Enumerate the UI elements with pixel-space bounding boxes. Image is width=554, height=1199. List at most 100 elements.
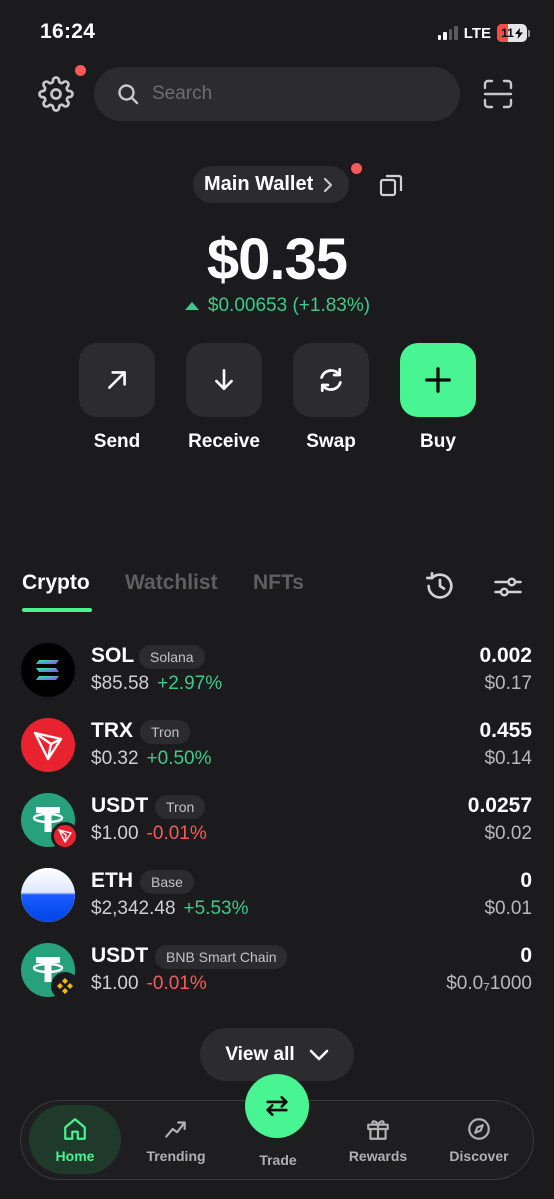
chevron-right-icon (324, 177, 333, 192)
gear-icon (38, 76, 74, 112)
buy-button[interactable]: Buy (400, 343, 476, 453)
chain-badge: Base (140, 870, 194, 894)
token-value: $0.01 (484, 898, 532, 919)
token-symbol: USDT (91, 944, 149, 967)
nav-home[interactable]: Home (29, 1105, 121, 1174)
token-price-value: $1.00 (91, 973, 139, 994)
send-icon-button[interactable] (79, 343, 155, 417)
token-row-usdt-bnb[interactable]: USDT BNB Smart Chain $1.00 -0.01% 0 $0.0₇… (0, 943, 554, 1018)
home-icon (64, 1117, 86, 1140)
token-quantity: 0 (520, 944, 532, 967)
receive-label: Receive (188, 431, 260, 452)
swap-icon-button[interactable] (293, 343, 369, 417)
signal-icon (437, 26, 458, 40)
wallet-name: Main Wallet (204, 173, 314, 195)
wallet-notification-dot (351, 163, 362, 174)
chain-badge: Solana (139, 645, 205, 669)
search-input[interactable] (152, 83, 412, 105)
swap-arrows-icon (266, 1095, 288, 1117)
balance-change-value: $0.00653 (+1.83%) (207, 295, 371, 316)
send-button[interactable]: Send (79, 343, 155, 453)
nav-discover-label: Discover (449, 1147, 509, 1164)
wallet-balance: $0.35 (206, 227, 348, 292)
token-row-sol[interactable]: SOL Solana $85.58 +2.97% 0.002 $0.17 (0, 643, 554, 718)
token-change: +0.50% (146, 748, 212, 769)
swap-label: Swap (306, 431, 356, 452)
chain-badge: BNB Smart Chain (155, 945, 288, 969)
token-change: -0.01% (146, 823, 207, 844)
token-symbol: USDT (91, 794, 149, 817)
search-bar[interactable] (94, 67, 460, 121)
compass-icon (468, 1117, 490, 1140)
tron-badge-icon (51, 822, 79, 850)
scan-icon (483, 79, 513, 109)
receive-button[interactable]: Receive (186, 343, 262, 453)
bnb-badge-icon (51, 972, 79, 1000)
tab-watchlist[interactable]: Watchlist (125, 571, 218, 595)
token-value: $0.02 (484, 823, 532, 844)
solana-icon (21, 643, 75, 697)
gift-icon (367, 1119, 389, 1140)
token-price-value: $2,342.48 (91, 898, 176, 919)
tab-nfts[interactable]: NFTs (253, 571, 304, 595)
token-price: $1.00 -0.01% (91, 823, 207, 845)
token-value: $0.14 (484, 748, 532, 769)
token-symbol: SOL (91, 644, 135, 667)
token-value: $0.17 (484, 673, 532, 694)
copy-button[interactable] (378, 172, 404, 198)
chevron-down-icon (309, 1049, 328, 1060)
filter-button[interactable] (493, 572, 523, 607)
token-price: $2,342.48 +5.53% (91, 898, 249, 920)
token-row-eth[interactable]: ETH Base $2,342.48 +5.53% 0 $0.01 (0, 868, 554, 943)
nav-rewards-label: Rewards (348, 1147, 408, 1164)
status-time: 16:24 (40, 20, 96, 43)
balance-change: $0.00653 (+1.83%) (0, 295, 554, 317)
token-price-value: $1.00 (91, 823, 139, 844)
token-price-value: $85.58 (91, 673, 150, 694)
view-all-label: View all (225, 1043, 295, 1065)
base-icon (21, 868, 75, 922)
trade-button[interactable] (245, 1074, 309, 1138)
token-row-trx[interactable]: TRX Tron $0.32 +0.50% 0.455 $0.14 (0, 718, 554, 793)
scan-button[interactable] (482, 78, 514, 110)
token-price: $85.58 +2.97% (91, 673, 222, 695)
sliders-icon (494, 577, 522, 597)
nav-trending[interactable]: Trending (131, 1101, 221, 1178)
triangle-up-icon (184, 302, 199, 310)
tron-icon (21, 718, 75, 772)
settings-notification-dot (75, 65, 86, 76)
nav-home-label: Home (55, 1147, 95, 1164)
token-row-usdt-tron[interactable]: USDT Tron $1.00 -0.01% 0.0257 $0.02 (0, 793, 554, 868)
send-label: Send (93, 431, 141, 452)
token-price: $1.00 -0.01% (91, 973, 207, 995)
battery-level: 11 (501, 26, 514, 40)
nav-trending-label: Trending (146, 1147, 206, 1164)
nav-trade-label: Trade (259, 1152, 297, 1168)
token-change: +2.97% (157, 673, 223, 694)
wallet-selector[interactable]: Main Wallet (193, 166, 350, 203)
chain-badge: Tron (155, 795, 206, 819)
token-symbol: TRX (91, 719, 133, 742)
buy-icon-button[interactable] (400, 343, 476, 417)
token-quantity: 0.0257 (467, 794, 532, 817)
history-button[interactable] (424, 570, 456, 607)
chain-badge: Tron (140, 720, 191, 744)
token-price-value: $0.32 (91, 748, 139, 769)
nav-discover[interactable]: Discover (434, 1101, 524, 1178)
settings-button[interactable] (38, 76, 74, 112)
active-tab-indicator (22, 608, 92, 612)
token-price: $0.32 +0.50% (91, 748, 212, 770)
arrow-up-right-icon (108, 371, 126, 389)
nav-rewards[interactable]: Rewards (333, 1101, 423, 1178)
token-quantity: 0 (520, 869, 532, 892)
search-icon (118, 84, 139, 105)
swap-button[interactable]: Swap (293, 343, 369, 453)
copy-icon (379, 174, 403, 197)
receive-icon-button[interactable] (186, 343, 262, 417)
status-indicators: LTE 11 (437, 24, 530, 42)
token-quantity: 0.002 (479, 644, 532, 667)
token-symbol: ETH (91, 869, 133, 892)
tab-crypto[interactable]: Crypto (22, 571, 90, 595)
history-icon (426, 572, 453, 599)
trending-icon (165, 1120, 186, 1138)
